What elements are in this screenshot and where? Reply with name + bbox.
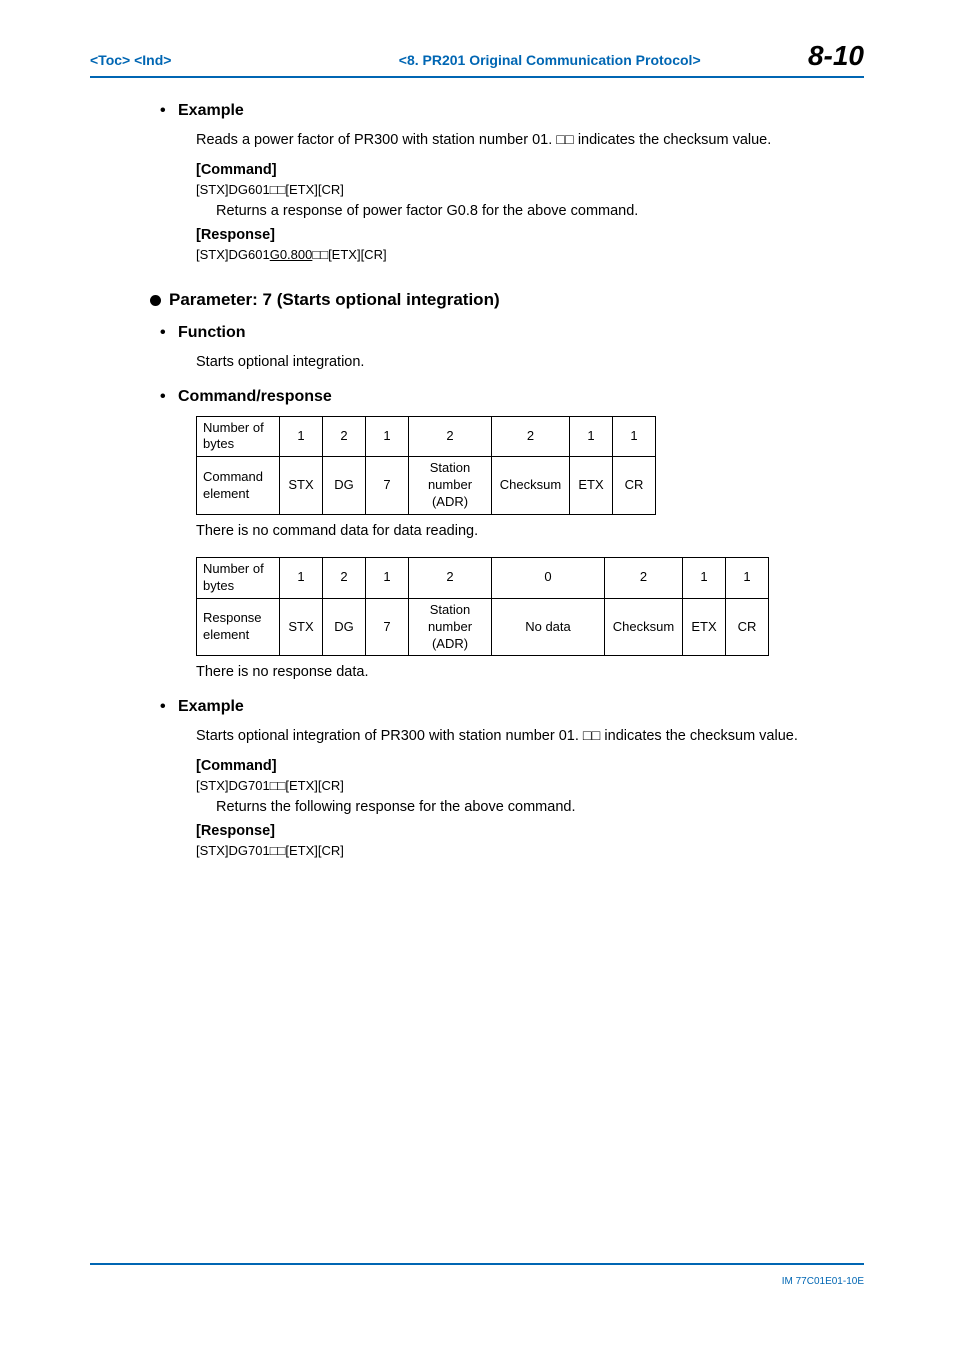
- table-cell: 2: [323, 416, 366, 457]
- parameter-heading: Parameter: 7 (Starts optional integratio…: [150, 290, 864, 310]
- response-note: There is no response data.: [196, 664, 864, 680]
- cmdresp-heading: Command/response: [178, 388, 864, 406]
- table-cell: CR: [726, 598, 769, 656]
- table-cell: Checksum: [605, 598, 683, 656]
- table-cell: 1: [683, 557, 726, 598]
- table-cell: 1: [366, 557, 409, 598]
- table-cell: ETX: [570, 457, 613, 515]
- response-label: [Response]: [196, 227, 864, 243]
- table-cell: STX: [280, 598, 323, 656]
- footer-divider: [90, 1263, 864, 1265]
- table-cell: 7: [366, 598, 409, 656]
- table-cell: 1: [280, 557, 323, 598]
- table-cell: CR: [613, 457, 656, 515]
- header-chapter-title: <8. PR201 Original Communication Protoco…: [171, 52, 788, 68]
- table-cell: Number of bytes: [197, 557, 280, 598]
- page-number: 8-10: [808, 40, 864, 72]
- table-cell: 2: [409, 557, 492, 598]
- table-cell: 1: [726, 557, 769, 598]
- command-table: Number of bytes 1 2 1 2 2 1 1 Command el…: [196, 416, 864, 515]
- command-desc: Returns a response of power factor G0.8 …: [216, 203, 864, 219]
- table-cell: DG: [323, 457, 366, 515]
- footer-doc-id: IM 77C01E01-10E: [782, 1276, 864, 1287]
- example1-intro: Reads a power factor of PR300 with stati…: [196, 130, 864, 152]
- table-cell: 2: [409, 416, 492, 457]
- response-underline: G0.800: [270, 247, 313, 262]
- table-cell: DG: [323, 598, 366, 656]
- response2-text: [STX]DG701□□[ETX][CR]: [196, 843, 864, 858]
- table-cell: No data: [492, 598, 605, 656]
- table-cell: Response element: [197, 598, 280, 656]
- table-cell: 2: [323, 557, 366, 598]
- response-table: Number of bytes 1 2 1 2 0 2 1 1 Response…: [196, 557, 864, 656]
- command-text: [STX]DG601□□[ETX][CR]: [196, 182, 864, 197]
- example2-heading: Example: [178, 698, 864, 716]
- response-text: [STX]DG601G0.800□□[ETX][CR]: [196, 247, 864, 262]
- example-heading: Example: [178, 102, 864, 120]
- command2-desc: Returns the following response for the a…: [216, 799, 864, 815]
- table-cell: 7: [366, 457, 409, 515]
- table-cell: 0: [492, 557, 605, 598]
- table-cell: ETX: [683, 598, 726, 656]
- table-cell: 1: [280, 416, 323, 457]
- table-cell: Station number (ADR): [409, 598, 492, 656]
- command2-label: [Command]: [196, 758, 864, 774]
- response2-label: [Response]: [196, 823, 864, 839]
- example2-intro: Starts optional integration of PR300 wit…: [196, 726, 864, 748]
- table-cell: Checksum: [492, 457, 570, 515]
- response-prefix: [STX]DG601: [196, 247, 270, 262]
- response-suffix: □□[ETX][CR]: [312, 247, 386, 262]
- table-cell: 1: [366, 416, 409, 457]
- table-cell: Number of bytes: [197, 416, 280, 457]
- header-toc-ind[interactable]: <Toc> <Ind>: [90, 52, 171, 68]
- command-label: [Command]: [196, 162, 864, 178]
- table-cell: Station number (ADR): [409, 457, 492, 515]
- table-cell: Command element: [197, 457, 280, 515]
- command-note: There is no command data for data readin…: [196, 523, 864, 539]
- table-cell: 2: [492, 416, 570, 457]
- command2-text: [STX]DG701□□[ETX][CR]: [196, 778, 864, 793]
- function-text: Starts optional integration.: [196, 352, 864, 374]
- function-heading: Function: [178, 324, 864, 342]
- table-cell: 2: [605, 557, 683, 598]
- page-header: <Toc> <Ind> <8. PR201 Original Communica…: [90, 40, 864, 78]
- table-cell: 1: [613, 416, 656, 457]
- table-cell: 1: [570, 416, 613, 457]
- table-cell: STX: [280, 457, 323, 515]
